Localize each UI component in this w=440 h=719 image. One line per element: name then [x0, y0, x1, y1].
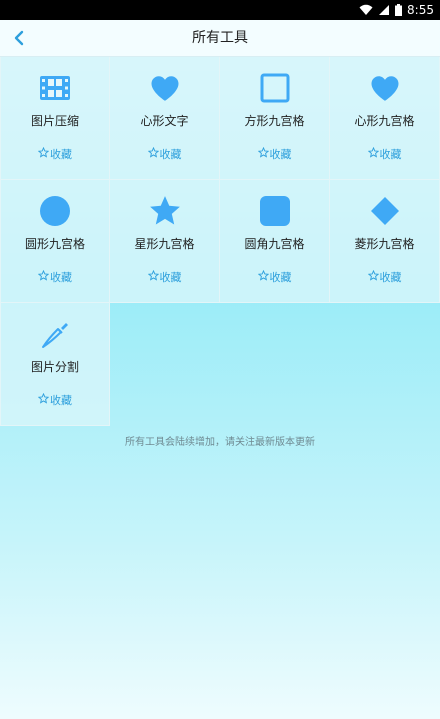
tool-name: 图片压缩 — [30, 114, 79, 128]
tool-rounded-grid[interactable]: 圆角九宫格 收藏 — [220, 180, 330, 303]
star-outline-icon — [147, 146, 159, 161]
tool-name: 圆形九宫格 — [24, 237, 85, 251]
favorite-button[interactable]: 收藏 — [220, 146, 329, 162]
tool-name: 图片分割 — [30, 360, 79, 374]
battery-icon — [395, 4, 403, 16]
tool-circle-grid[interactable]: 圆形九宫格 收藏 — [0, 180, 110, 303]
star-outline-icon — [37, 392, 50, 407]
favorite-button[interactable]: 收藏 — [110, 269, 219, 285]
circle-icon — [1, 194, 109, 228]
favorite-button[interactable]: 收藏 — [330, 146, 439, 162]
favorite-label: 收藏 — [379, 148, 402, 161]
favorite-label: 收藏 — [269, 271, 292, 284]
star-outline-icon — [257, 146, 269, 161]
diamond-icon — [330, 194, 439, 228]
top-bar: 所有工具 — [0, 20, 440, 57]
tool-heart-grid[interactable]: 心形九宫格 收藏 — [330, 57, 440, 180]
star-outline-icon — [37, 269, 50, 284]
tool-square-grid[interactable]: 方形九宫格 收藏 — [220, 57, 330, 180]
tool-name: 方形九宫格 — [244, 114, 305, 128]
star-icon — [110, 194, 219, 228]
tool-star-grid[interactable]: 星形九宫格 收藏 — [110, 180, 220, 303]
footer-note: 所有工具会陆续增加，请关注最新版本更新 — [125, 437, 315, 448]
favorite-label: 收藏 — [159, 148, 182, 161]
star-outline-icon — [257, 269, 269, 284]
tool-grid: 图片压缩 收藏 心形文字 收藏 方形九宫格 收藏 心形九宫格 收藏 圆形九宫格 … — [0, 57, 440, 426]
star-outline-icon — [367, 146, 379, 161]
status-bar: 8:55 — [0, 0, 440, 20]
tool-image-split[interactable]: 图片分割 收藏 — [0, 303, 110, 426]
page-title: 所有工具 — [192, 30, 248, 46]
tool-diamond-grid[interactable]: 菱形九宫格 收藏 — [330, 180, 440, 303]
favorite-button[interactable]: 收藏 — [1, 269, 109, 285]
tool-heart-text[interactable]: 心形文字 收藏 — [110, 57, 220, 180]
favorite-label: 收藏 — [379, 271, 402, 284]
favorite-button[interactable]: 收藏 — [330, 269, 439, 285]
tool-name: 菱形九宫格 — [354, 237, 415, 251]
star-outline-icon — [147, 269, 159, 284]
favorite-label: 收藏 — [50, 394, 72, 407]
tool-name: 心形文字 — [140, 114, 189, 128]
favorite-button[interactable]: 收藏 — [1, 146, 109, 162]
tool-name: 心形九宫格 — [354, 114, 415, 128]
favorite-label: 收藏 — [50, 271, 72, 284]
heart-icon — [110, 71, 219, 105]
favorite-label: 收藏 — [159, 271, 182, 284]
favorite-button[interactable]: 收藏 — [110, 146, 219, 162]
rounded-square-icon — [220, 194, 329, 228]
knife-icon — [1, 317, 109, 351]
film-compress-icon — [1, 71, 109, 105]
tool-name: 圆角九宫格 — [244, 237, 305, 251]
heart-icon — [330, 71, 439, 105]
favorite-button[interactable]: 收藏 — [1, 392, 109, 408]
status-time: 8:55 — [407, 3, 434, 17]
signal-icon — [378, 4, 390, 16]
tool-name: 星形九宫格 — [134, 237, 195, 251]
star-outline-icon — [37, 146, 50, 161]
tool-image-compress[interactable]: 图片压缩 收藏 — [0, 57, 110, 180]
square-outline-icon — [220, 71, 329, 105]
star-outline-icon — [367, 269, 379, 284]
favorite-label: 收藏 — [269, 148, 292, 161]
favorite-label: 收藏 — [50, 148, 72, 161]
favorite-button[interactable]: 收藏 — [220, 269, 329, 285]
wifi-icon — [359, 4, 373, 16]
